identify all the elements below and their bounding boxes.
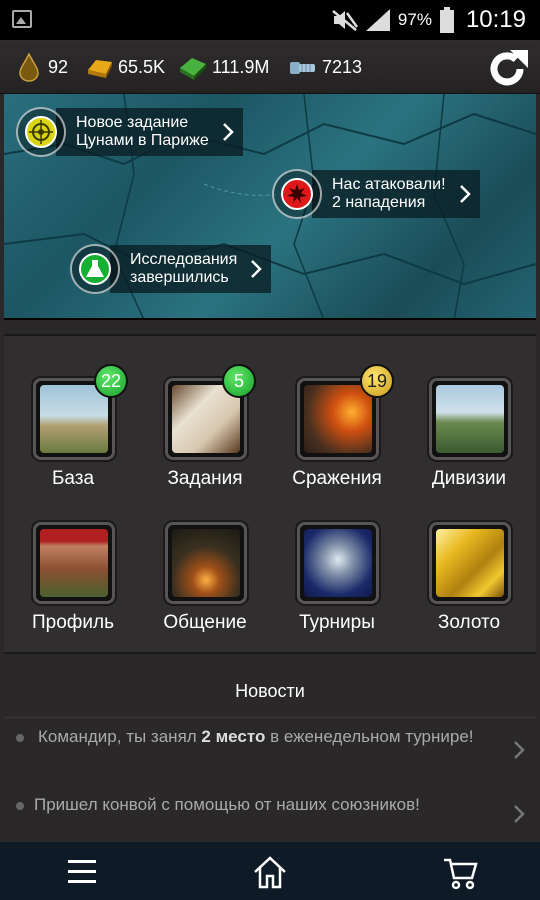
status-icons: 97% 10:19: [332, 4, 526, 36]
notification-subtitle: Цунами в Париже: [76, 132, 209, 149]
menu-item-missions[interactable]: 5 Задания: [140, 364, 270, 518]
menu-item-base[interactable]: 22 База: [8, 364, 138, 518]
flask-icon: [79, 253, 111, 285]
chevron-right-icon: [514, 741, 525, 759]
attack-badge: [266, 163, 328, 225]
signal-icon: [365, 9, 390, 31]
resource-bar: 92 65.5K 111.9M 7213: [0, 40, 540, 94]
notification-title: Исследования: [130, 251, 238, 268]
bolts-value: 7213: [322, 56, 363, 77]
news-title: Новости: [4, 666, 536, 718]
mission-panel: Новое задание Цунами в Париже: [56, 108, 243, 156]
notification-research[interactable]: Исследования завершились: [64, 244, 272, 294]
menu-item-tournaments[interactable]: Турниры: [272, 514, 402, 662]
news-item[interactable]: Командир, ты занял 2 место в еженедельно…: [4, 724, 536, 759]
money-value: 111.9M: [212, 56, 270, 77]
menu-label: Турниры: [299, 612, 375, 633]
divisions-tanks-icon: [429, 378, 511, 460]
resource-oil[interactable]: 92: [14, 50, 68, 84]
chevron-right-icon: [459, 185, 471, 203]
resource-bolts[interactable]: 7213: [288, 50, 362, 84]
menu-label: Задания: [167, 468, 243, 489]
gallery-notification-icon: [12, 10, 32, 28]
news-section: Новости Командир, ты занял 2 место в еже…: [4, 666, 536, 842]
news-text: в еженедельном турнире!: [265, 727, 474, 746]
bullet-icon: [16, 802, 24, 810]
campfire-icon: [165, 522, 247, 604]
attack-panel: Нас атаковали! 2 нападения: [312, 170, 480, 218]
target-icon: [25, 116, 57, 148]
gold-value: 65.5K: [118, 56, 166, 77]
bottom-navigation: [0, 842, 540, 900]
battles-count-badge: 19: [360, 364, 394, 398]
menu-label: Дивизии: [431, 468, 507, 489]
mute-icon: [332, 10, 358, 31]
bullet-icon: [16, 734, 24, 742]
resource-gold[interactable]: 65.5K: [84, 50, 165, 84]
battery-percent: 97%: [397, 10, 432, 29]
home-icon[interactable]: [250, 852, 290, 892]
shop-cart-icon[interactable]: [440, 852, 480, 892]
status-bar: 97% 10:19: [0, 0, 540, 40]
money-stack-icon: [180, 58, 206, 80]
gold-bars-icon: [429, 522, 511, 604]
notification-new-mission[interactable]: Новое задание Цунами в Париже: [10, 107, 243, 157]
trophy-icon: [297, 522, 379, 604]
notification-title: Нас атаковали!: [332, 176, 446, 193]
resource-money[interactable]: 111.9M: [178, 50, 269, 84]
notification-attacked[interactable]: Нас атаковали! 2 нападения: [266, 169, 480, 219]
news-text: Командир, ты занял: [38, 727, 202, 746]
mission-badge: [10, 101, 72, 163]
menu-label: Сражения: [292, 468, 382, 489]
notification-subtitle: 2 нападения: [332, 194, 426, 211]
news-item[interactable]: Пришел конвой с помощью от наших союзник…: [4, 792, 536, 823]
research-panel: Исследования завершились: [110, 245, 272, 293]
news-text-bold: 2 место: [201, 727, 266, 746]
chevron-right-icon: [251, 260, 263, 278]
base-count-badge: 22: [94, 364, 128, 398]
menu-label: Общение: [163, 612, 247, 633]
menu-icon[interactable]: [62, 852, 102, 892]
notification-title: Новое задание: [76, 114, 189, 131]
menu-item-divisions[interactable]: Дивизии: [404, 370, 534, 518]
menu-label: База: [51, 468, 95, 489]
oil-drop-icon: [19, 52, 39, 82]
menu-label: Профиль: [31, 612, 115, 633]
menu-item-social[interactable]: Общение: [140, 514, 270, 662]
menu-item-battles[interactable]: 19 Сражения: [272, 364, 402, 518]
menu-item-gold[interactable]: Золото: [404, 514, 534, 662]
missions-count-badge: 5: [222, 364, 256, 398]
chevron-right-icon: [222, 123, 234, 141]
battery-icon: [439, 7, 454, 33]
chevron-right-icon: [514, 805, 525, 823]
gold-bar-icon: [88, 60, 112, 78]
main-menu: 22 База 5 Задания 19 Сражения Дивизии Пр…: [4, 334, 536, 654]
notification-subtitle: завершились: [130, 269, 229, 286]
explosion-icon: [281, 178, 313, 210]
refresh-button[interactable]: [484, 46, 530, 92]
bolt-icon: [290, 62, 315, 74]
menu-item-profile[interactable]: Профиль: [8, 514, 138, 662]
clock: 10:19: [465, 6, 526, 33]
menu-label: Золото: [437, 612, 501, 633]
soldier-portrait-icon: [33, 522, 115, 604]
news-text: Пришел конвой с помощью от наших союзник…: [34, 795, 420, 814]
world-map: Новое задание Цунами в Париже Нас атаков…: [4, 94, 536, 320]
research-badge: [64, 238, 126, 300]
oil-value: 92: [48, 56, 69, 77]
